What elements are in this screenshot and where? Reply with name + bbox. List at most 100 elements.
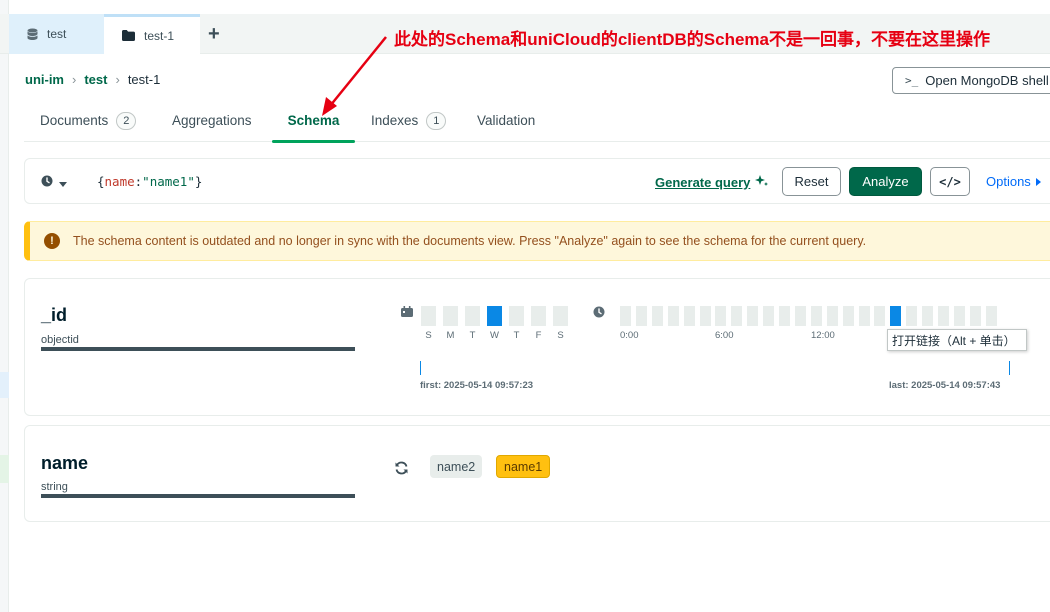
tab-label: Aggregations bbox=[172, 113, 252, 128]
calendar-icon bbox=[401, 306, 413, 317]
reset-button[interactable]: Reset bbox=[782, 167, 841, 196]
hour-label: 6:00 bbox=[715, 330, 734, 341]
caret-down-icon bbox=[59, 175, 67, 190]
field-card-id: _id objectid S M T W T F S 0:00 6:00 12:00 first… bbox=[24, 278, 1050, 416]
hour-bin bbox=[684, 306, 695, 326]
weekday-label: T bbox=[513, 330, 520, 341]
hour-bin bbox=[970, 306, 981, 326]
warning-icon: ! bbox=[44, 233, 60, 249]
hour-label: 0:00 bbox=[620, 330, 639, 341]
hour-bin bbox=[779, 306, 790, 326]
hour-bin bbox=[986, 306, 997, 326]
value-chip-selected[interactable]: name1 bbox=[496, 455, 551, 478]
query-filter-input[interactable]: {name:"name1"} bbox=[97, 174, 202, 189]
tab-label: test bbox=[47, 27, 67, 41]
breadcrumb-database[interactable]: test bbox=[84, 72, 107, 87]
weekday-label: S bbox=[557, 330, 564, 341]
weekday-label: W bbox=[490, 330, 499, 341]
add-tab-button[interactable]: + bbox=[208, 24, 220, 44]
hour-bin bbox=[715, 306, 726, 326]
link-tooltip: 打开链接（Alt + 单击） bbox=[887, 329, 1027, 351]
tab-test-1[interactable]: test-1 bbox=[104, 14, 200, 54]
analyze-button[interactable]: Analyze bbox=[849, 167, 922, 196]
hour-bin bbox=[922, 306, 933, 326]
value-chip[interactable]: name2 bbox=[430, 455, 483, 478]
annotation-text: 此处的Schema和uniCloud的clientDB的Schema不是一回事，… bbox=[394, 30, 991, 49]
weekday-label: T bbox=[469, 330, 476, 341]
weekday-bin bbox=[487, 306, 502, 326]
warning-text: The schema content is outdated and no lo… bbox=[73, 234, 867, 248]
chevron-right-icon: › bbox=[115, 72, 120, 87]
hour-bin bbox=[731, 306, 742, 326]
tab-schema[interactable]: Schema bbox=[272, 99, 355, 143]
hour-bin bbox=[874, 306, 885, 326]
weekday-bin bbox=[553, 306, 568, 326]
collection-subtabs: Documents 2 Aggregations Schema Indexes … bbox=[24, 99, 1050, 143]
tab-documents[interactable]: Documents 2 bbox=[40, 99, 137, 142]
tab-label: Schema bbox=[287, 113, 340, 128]
hour-bin bbox=[906, 306, 917, 326]
hour-bin bbox=[795, 306, 806, 326]
weekday-label: F bbox=[535, 330, 542, 341]
tab-label: Documents bbox=[40, 113, 109, 128]
hour-bin bbox=[747, 306, 758, 326]
clock-icon bbox=[593, 306, 605, 318]
breadcrumb: uni-im › test › test-1 bbox=[25, 72, 160, 87]
weekday-bin bbox=[421, 306, 436, 326]
chevron-right-icon: › bbox=[72, 72, 77, 87]
clock-icon bbox=[41, 175, 53, 190]
first-date-marker bbox=[420, 361, 421, 375]
weekday-bin bbox=[509, 306, 524, 326]
hour-bin bbox=[890, 306, 901, 326]
refresh-icon[interactable] bbox=[394, 461, 409, 478]
sidebar-highlight bbox=[0, 455, 9, 483]
hour-bin bbox=[668, 306, 679, 326]
tab-aggregations[interactable]: Aggregations bbox=[172, 99, 252, 142]
code-view-button[interactable]: </> bbox=[930, 167, 970, 196]
field-name: name bbox=[41, 453, 89, 473]
weekday-label: M bbox=[446, 330, 455, 341]
breadcrumb-cluster[interactable]: uni-im bbox=[25, 72, 64, 87]
hour-bin bbox=[938, 306, 949, 326]
field-name: _id bbox=[41, 305, 68, 325]
weekday-bin bbox=[465, 306, 480, 326]
caret-right-icon bbox=[1035, 174, 1041, 189]
hour-bin bbox=[636, 306, 647, 326]
query-bar: {name:"name1"} Generate query Reset Anal… bbox=[24, 158, 1050, 204]
hour-bin bbox=[954, 306, 965, 326]
hour-bin bbox=[763, 306, 774, 326]
tab-test[interactable]: test bbox=[9, 14, 104, 54]
breadcrumb-collection: test-1 bbox=[127, 72, 161, 87]
tab-indexes[interactable]: Indexes 1 bbox=[371, 99, 447, 142]
tab-label: Validation bbox=[477, 113, 536, 128]
hour-label: 12:00 bbox=[811, 330, 835, 341]
hour-bin bbox=[700, 306, 711, 326]
hour-bin bbox=[827, 306, 838, 326]
schema-outdated-warning: ! The schema content is outdated and no … bbox=[24, 221, 1050, 261]
open-mongodb-shell-button[interactable]: >_ Open MongoDB shell bbox=[892, 67, 1050, 94]
left-sidebar-strip bbox=[0, 0, 9, 612]
hour-bin bbox=[652, 306, 663, 326]
weekday-label: S bbox=[425, 330, 432, 341]
sparkle-icon bbox=[755, 174, 769, 191]
open-shell-label: Open MongoDB shell bbox=[925, 73, 1049, 88]
tab-label: Indexes bbox=[371, 113, 419, 128]
field-card-name: name string name2 name1 bbox=[24, 425, 1050, 522]
database-icon bbox=[27, 28, 38, 41]
terminal-icon: >_ bbox=[905, 74, 919, 87]
options-toggle[interactable]: Options bbox=[986, 174, 1041, 189]
type-proportion-bar bbox=[41, 347, 355, 351]
field-type: objectid bbox=[41, 334, 79, 346]
field-type: string bbox=[41, 481, 68, 493]
first-date-label: first: 2025-05-14 09:57:23 bbox=[420, 380, 534, 391]
query-history-button[interactable] bbox=[41, 175, 67, 190]
tab-validation[interactable]: Validation bbox=[477, 99, 535, 142]
generate-query-link[interactable]: Generate query bbox=[655, 174, 769, 191]
tab-label: test-1 bbox=[144, 28, 175, 43]
last-date-marker bbox=[1009, 361, 1010, 375]
documents-count-badge: 2 bbox=[116, 111, 137, 130]
folder-icon bbox=[122, 30, 135, 41]
last-date-label: last: 2025-05-14 09:57:43 bbox=[889, 380, 1001, 391]
sidebar-highlight bbox=[0, 372, 9, 398]
weekday-bin bbox=[443, 306, 458, 326]
